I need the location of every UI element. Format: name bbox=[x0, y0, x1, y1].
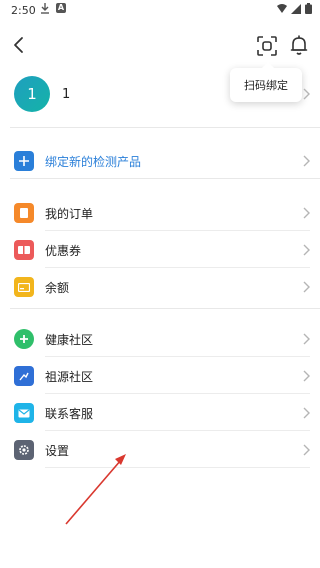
menu-item-balance[interactable]: 余额 bbox=[0, 269, 320, 305]
menu-item-contact-service[interactable]: 联系客服 bbox=[0, 395, 320, 431]
menu-item-ancestry-community[interactable]: 祖源社区 bbox=[0, 358, 320, 394]
status-indicators bbox=[277, 3, 312, 14]
contact-service-icon bbox=[14, 403, 34, 423]
chevron-right-icon bbox=[303, 244, 310, 256]
status-bar: 2:50 A bbox=[0, 0, 320, 22]
divider bbox=[10, 178, 320, 179]
coupon-icon bbox=[14, 240, 34, 260]
avatar[interactable]: 1 bbox=[14, 76, 50, 112]
battery-icon bbox=[305, 3, 312, 14]
divider bbox=[10, 308, 320, 309]
order-icon bbox=[14, 203, 34, 223]
scan-icon[interactable] bbox=[256, 35, 278, 57]
row-separator bbox=[45, 430, 310, 431]
menu-item-orders[interactable]: 我的订单 bbox=[0, 195, 320, 231]
app-notification-icon: A bbox=[56, 3, 66, 13]
wifi-icon bbox=[277, 3, 287, 13]
menu-item-label: 设置 bbox=[45, 444, 70, 458]
menu-item-label: 余额 bbox=[45, 281, 70, 295]
divider bbox=[10, 127, 320, 128]
menu-item-label: 我的订单 bbox=[45, 207, 94, 221]
signal-icon bbox=[291, 3, 301, 14]
chevron-right-icon bbox=[303, 155, 310, 167]
add-icon bbox=[14, 151, 34, 171]
row-separator bbox=[45, 230, 310, 231]
menu-item-coupons[interactable]: 优惠券 bbox=[0, 232, 320, 268]
status-time: 2:50 bbox=[11, 4, 36, 17]
bell-icon[interactable] bbox=[288, 34, 310, 56]
chevron-right-icon bbox=[303, 444, 310, 456]
row-separator bbox=[45, 356, 310, 357]
chevron-right-icon bbox=[303, 370, 310, 382]
download-icon bbox=[41, 3, 49, 14]
menu-item-settings[interactable]: 设置 bbox=[0, 432, 320, 468]
chevron-right-icon bbox=[303, 407, 310, 419]
chevron-right-icon bbox=[303, 281, 310, 293]
menu-item-label: 祖源社区 bbox=[45, 370, 94, 384]
bind-product-label: 绑定新的检测产品 bbox=[45, 155, 142, 169]
chevron-right-icon bbox=[303, 333, 310, 345]
menu-item-label: 健康社区 bbox=[45, 333, 94, 347]
menu-item-label: 优惠券 bbox=[45, 244, 82, 258]
chevron-right-icon bbox=[303, 88, 310, 100]
ancestry-community-icon bbox=[14, 366, 34, 386]
row-separator bbox=[45, 467, 310, 468]
profile-row[interactable]: 1 1 bbox=[0, 76, 320, 116]
settings-icon bbox=[14, 440, 34, 460]
row-separator bbox=[45, 393, 310, 394]
avatar-text: 1 bbox=[27, 85, 37, 103]
balance-icon bbox=[14, 277, 34, 297]
row-separator bbox=[45, 267, 310, 268]
health-community-icon bbox=[14, 329, 34, 349]
username: 1 bbox=[62, 87, 71, 102]
menu-item-health-community[interactable]: 健康社区 bbox=[0, 321, 320, 357]
back-icon[interactable] bbox=[8, 34, 30, 56]
bind-product-button[interactable]: 绑定新的检测产品 bbox=[0, 143, 320, 179]
menu-item-label: 联系客服 bbox=[45, 407, 94, 421]
chevron-right-icon bbox=[303, 207, 310, 219]
